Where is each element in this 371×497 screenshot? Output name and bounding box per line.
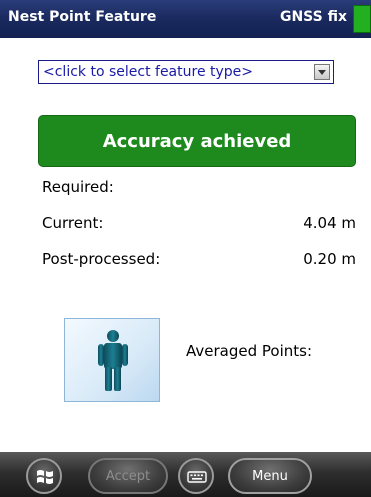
title-bar: Nest Point Feature GNSS fix [0, 0, 371, 38]
keyboard-button[interactable] [178, 458, 214, 494]
feature-type-select[interactable]: <click to select feature type> [38, 60, 334, 84]
chevron-down-icon[interactable] [314, 64, 330, 80]
menu-button[interactable]: Menu [228, 458, 312, 494]
feature-type-value: <click to select feature type> [43, 64, 254, 80]
required-row: Required: [42, 178, 356, 200]
accuracy-status-banner: Accuracy achieved [38, 115, 356, 167]
averaging-button[interactable] [64, 318, 160, 402]
current-row: Current: 4.04 m [42, 214, 356, 236]
bottom-softkey-bar: Accept Menu [0, 452, 371, 497]
post-processed-label: Post-processed: [42, 250, 161, 268]
gnss-status: GNSS fix [279, 9, 347, 25]
current-value: 4.04 m [303, 214, 356, 232]
windows-start-icon [37, 470, 53, 484]
keyboard-icon [187, 471, 207, 483]
person-standing-icon [98, 330, 128, 391]
current-label: Current: [42, 214, 104, 232]
start-button[interactable] [26, 458, 62, 494]
window-title: Nest Point Feature [8, 9, 157, 25]
required-label: Required: [42, 178, 114, 196]
averaged-points-label: Averaged Points: [186, 342, 312, 360]
post-processed-row: Post-processed: 0.20 m [42, 250, 356, 272]
gnss-status-indicator-icon [353, 5, 371, 33]
post-processed-value: 0.20 m [303, 250, 356, 268]
accept-button[interactable]: Accept [88, 458, 168, 494]
